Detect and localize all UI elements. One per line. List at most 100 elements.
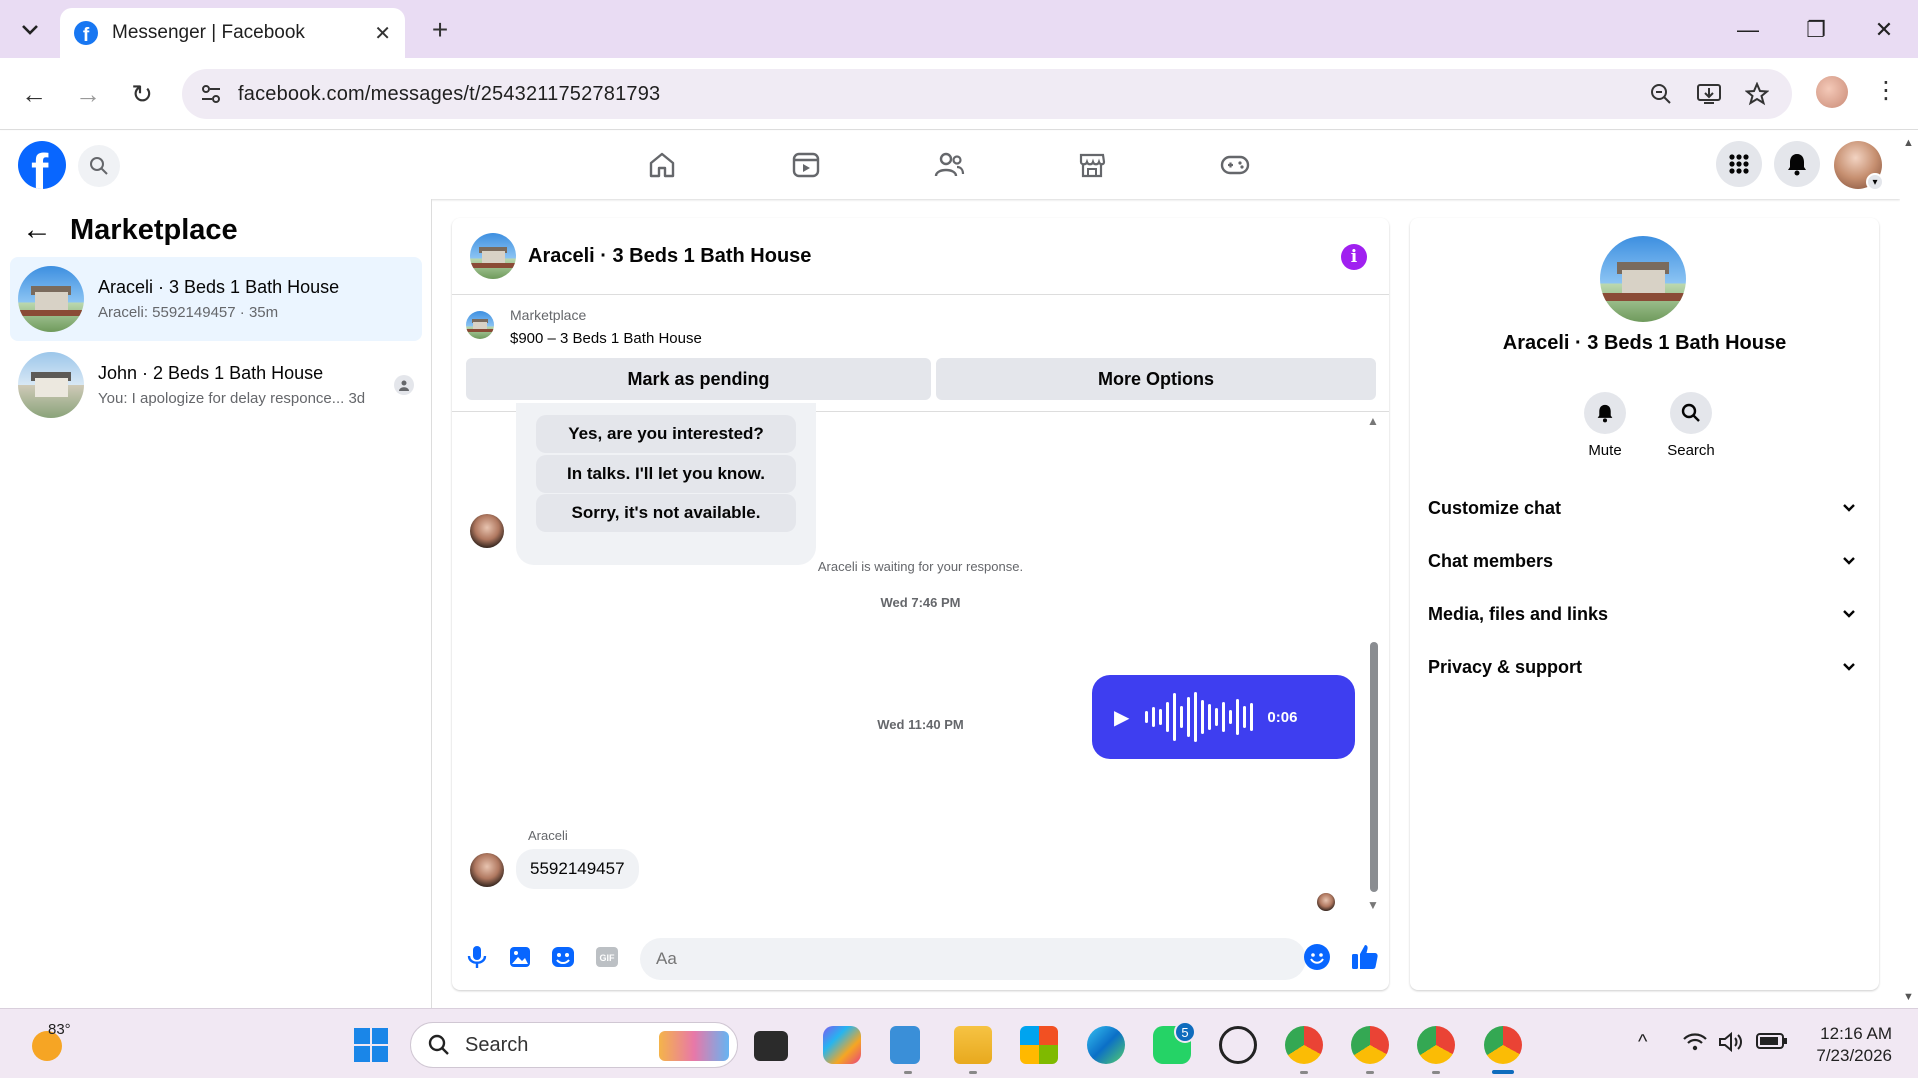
- waiting-notice: Araceli is waiting for your response.: [817, 559, 1024, 574]
- nav-marketplace[interactable]: [1070, 145, 1114, 185]
- taskbar-search[interactable]: Search: [410, 1022, 738, 1068]
- facebook-logo-icon[interactable]: f: [18, 141, 66, 189]
- running-indicator: [1366, 1071, 1374, 1074]
- sidebar-title: Marketplace: [70, 213, 238, 246]
- wifi-icon[interactable]: [1682, 1031, 1708, 1059]
- chrome-icon[interactable]: [1351, 1026, 1389, 1064]
- sender-avatar[interactable]: [470, 853, 504, 887]
- gaming-icon: [1220, 155, 1250, 175]
- battery-icon[interactable]: [1756, 1031, 1788, 1057]
- conversation-item[interactable]: John · 2 Beds 1 Bath House You: I apolog…: [10, 343, 422, 427]
- section-label: Media, files and links: [1428, 603, 1609, 624]
- microsoft-store-icon[interactable]: [1020, 1026, 1058, 1064]
- windows-taskbar: 83° Search 5 ^ 12:16 AM 7/23/2026: [0, 1008, 1918, 1078]
- info-icon[interactable]: i: [1341, 244, 1367, 270]
- search-icon: [90, 157, 108, 175]
- install-app-icon[interactable]: [1694, 79, 1724, 109]
- tab-search-button[interactable]: [10, 10, 50, 50]
- message-bubble[interactable]: 5592149457: [516, 849, 639, 889]
- menu-grid-button[interactable]: [1716, 141, 1762, 187]
- listing-title[interactable]: $900 – 3 Beds 1 Bath House: [510, 330, 702, 347]
- nav-gaming[interactable]: [1213, 145, 1257, 185]
- edge-icon[interactable]: [1087, 1026, 1125, 1064]
- media-files-links-section[interactable]: Media, files and links: [1428, 594, 1860, 634]
- message-input[interactable]: [640, 938, 1306, 980]
- system-clock[interactable]: 12:16 AM 7/23/2026: [1800, 1023, 1892, 1067]
- file-explorer-icon[interactable]: [954, 1026, 992, 1064]
- scroll-up-icon[interactable]: ▲: [1367, 414, 1379, 428]
- restore-button[interactable]: ❐: [1796, 12, 1836, 48]
- section-label: Privacy & support: [1428, 656, 1583, 677]
- quick-reply-button[interactable]: In talks. I'll let you know.: [536, 455, 796, 493]
- attach-photo-button[interactable]: [507, 944, 533, 970]
- scrollbar-thumb[interactable]: [1370, 642, 1378, 892]
- sticker-button[interactable]: [550, 944, 576, 970]
- scroll-down-icon[interactable]: ▼: [1903, 991, 1914, 1003]
- mark-as-pending-button[interactable]: Mark as pending: [466, 358, 931, 400]
- conversation-item[interactable]: Araceli · 3 Beds 1 Bath House Araceli: 5…: [10, 257, 422, 341]
- timestamp: Wed 7:46 PM: [880, 595, 961, 610]
- bookmark-star-icon[interactable]: [1742, 79, 1772, 109]
- groups-icon: [934, 152, 965, 177]
- volume-icon[interactable]: [1718, 1031, 1744, 1059]
- back-arrow-icon[interactable]: ←: [22, 213, 52, 247]
- chat-avatar[interactable]: [470, 233, 516, 279]
- nav-groups[interactable]: [927, 145, 971, 185]
- quick-reply-button[interactable]: Sorry, it's not available.: [536, 494, 796, 532]
- microphone-icon: [467, 946, 487, 968]
- weather-widget[interactable]: 83°: [28, 1021, 71, 1061]
- like-button[interactable]: [1350, 942, 1380, 972]
- zoom-icon[interactable]: [1646, 79, 1676, 109]
- emoji-button[interactable]: [1304, 944, 1330, 970]
- chrome-icon[interactable]: [1484, 1026, 1522, 1064]
- copilot-icon[interactable]: [823, 1026, 861, 1064]
- conversation-name: Araceli · 3 Beds 1 Bath House: [98, 277, 340, 297]
- reload-button[interactable]: ↻: [124, 76, 160, 112]
- address-bar[interactable]: facebook.com/messages/t/2543211752781793: [182, 69, 1792, 119]
- privacy-support-section[interactable]: Privacy & support: [1428, 647, 1860, 687]
- account-avatar[interactable]: ▾: [1834, 141, 1884, 191]
- contact-avatar[interactable]: [1600, 236, 1686, 322]
- back-button[interactable]: ←: [16, 76, 52, 112]
- chevron-down-icon: [1843, 557, 1855, 565]
- chat-members-section[interactable]: Chat members: [1428, 541, 1860, 581]
- show-hidden-icons-button[interactable]: ^: [1638, 1031, 1647, 1054]
- chatgpt-icon[interactable]: [1219, 1026, 1257, 1064]
- scroll-up-icon[interactable]: ▲: [1903, 137, 1914, 149]
- voice-clip-button[interactable]: [464, 944, 490, 970]
- task-view-icon[interactable]: [754, 1031, 788, 1061]
- chevron-down-icon: [1843, 504, 1855, 512]
- page-scrollbar[interactable]: ▲ ▼: [1900, 131, 1918, 1008]
- notepad-icon[interactable]: [890, 1026, 920, 1064]
- minimize-button[interactable]: —: [1728, 12, 1768, 48]
- more-options-button[interactable]: More Options: [936, 358, 1376, 400]
- browser-profile-avatar[interactable]: [1816, 76, 1848, 108]
- search-in-conversation-button[interactable]: Search: [1651, 392, 1731, 459]
- taskbar-search-label: Search: [465, 1033, 529, 1056]
- sender-avatar[interactable]: [470, 514, 504, 548]
- chat-title[interactable]: Araceli · 3 Beds 1 Bath House: [528, 245, 811, 268]
- window-close-button[interactable]: ✕: [1864, 12, 1904, 48]
- url-text[interactable]: facebook.com/messages/t/2543211752781793: [238, 83, 660, 106]
- scroll-down-icon[interactable]: ▼: [1367, 898, 1379, 912]
- new-tab-button[interactable]: +: [424, 14, 456, 46]
- forward-button[interactable]: →: [70, 76, 106, 112]
- marketplace-label: Marketplace: [510, 307, 587, 323]
- notifications-button[interactable]: [1774, 141, 1820, 187]
- fb-search-button[interactable]: [78, 145, 120, 187]
- customize-chat-section[interactable]: Customize chat: [1428, 488, 1860, 528]
- browser-menu-button[interactable]: ⋮: [1874, 76, 1898, 105]
- nav-home[interactable]: [640, 145, 684, 185]
- site-info-icon[interactable]: [196, 79, 226, 109]
- mute-button[interactable]: Mute: [1565, 392, 1645, 459]
- chrome-icon[interactable]: [1285, 1026, 1323, 1064]
- start-button[interactable]: [352, 1026, 390, 1064]
- tab-close-button[interactable]: ✕: [374, 21, 391, 46]
- chrome-icon[interactable]: [1417, 1026, 1455, 1064]
- nav-video[interactable]: [784, 145, 828, 185]
- quick-reply-button[interactable]: Yes, are you interested?: [536, 415, 796, 453]
- gif-button[interactable]: GIF: [594, 944, 620, 970]
- browser-tab[interactable]: f Messenger | Facebook ✕: [60, 8, 405, 58]
- chat-scrollbar[interactable]: ▲ ▼: [1367, 414, 1381, 914]
- tab-title: Messenger | Facebook: [112, 22, 305, 43]
